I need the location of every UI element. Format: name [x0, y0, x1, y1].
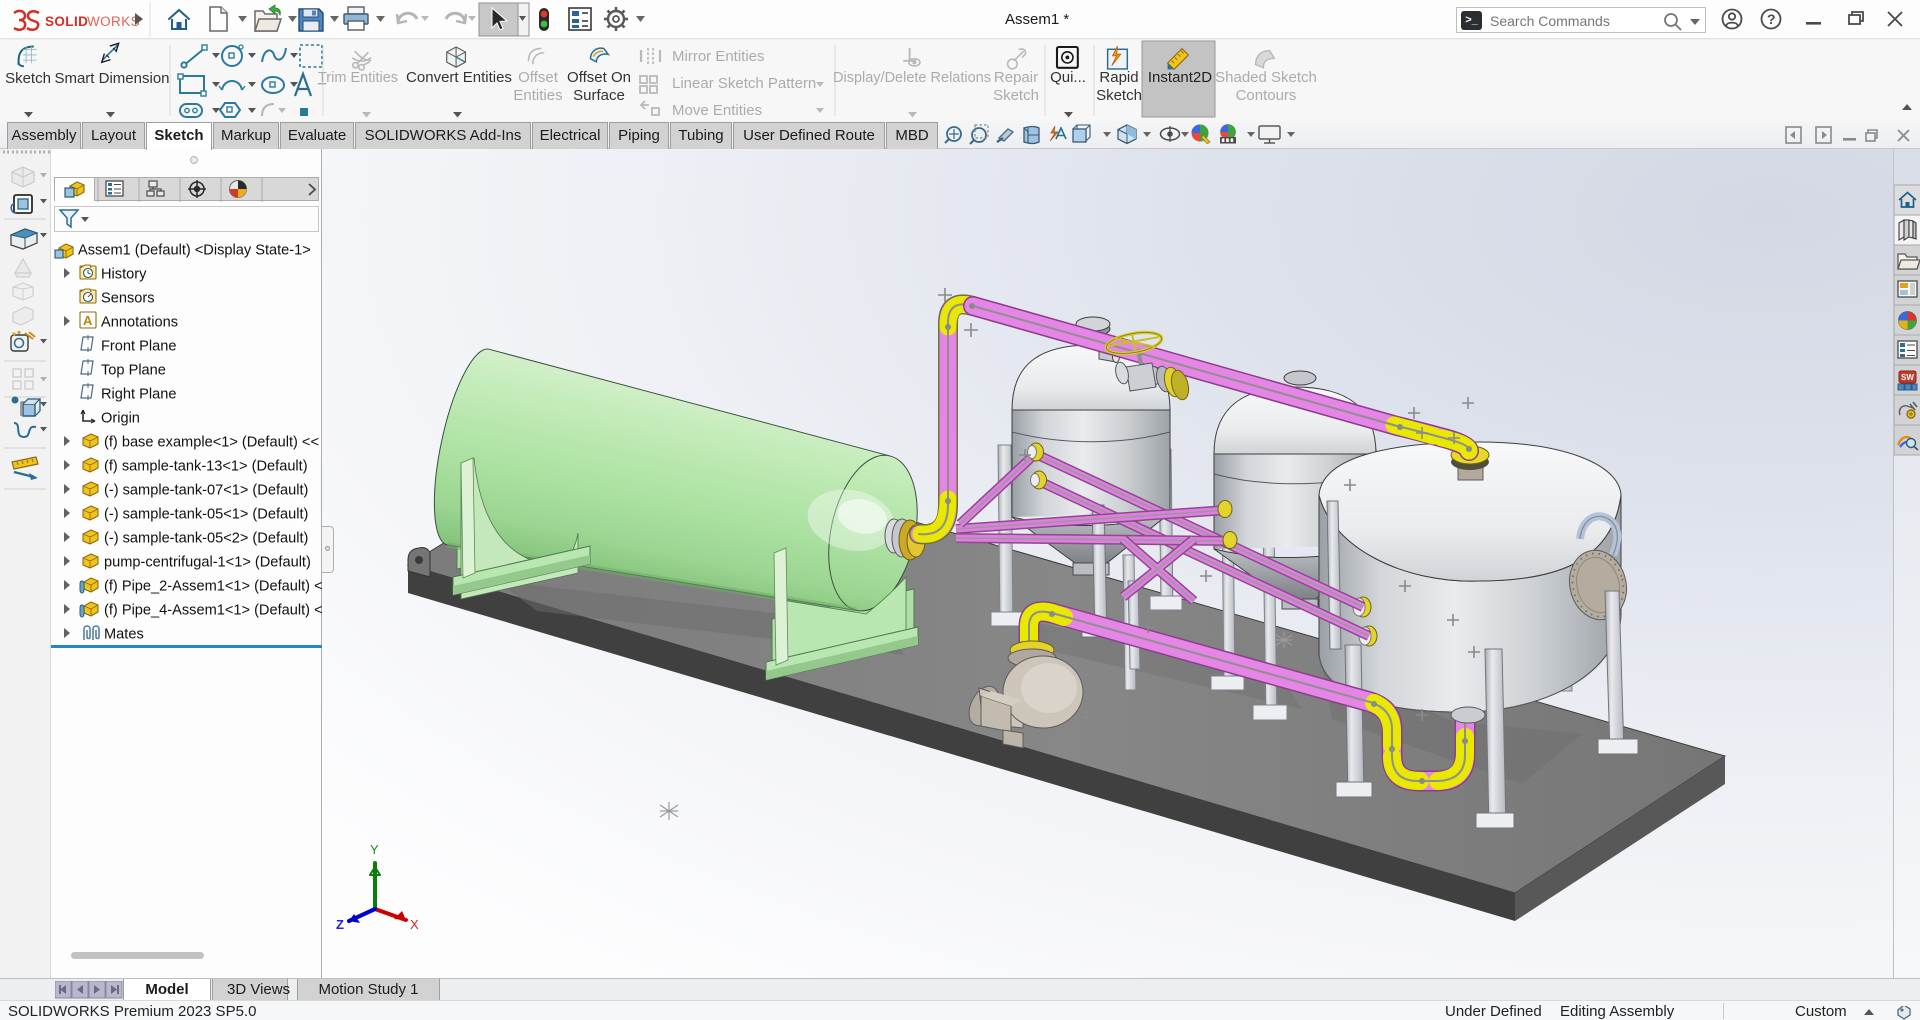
svg-text:Assem1 (Default) <Display Stat: Assem1 (Default) <Display State-1> [78, 243, 311, 259]
svg-text:Trim Entities: Trim Entities [318, 70, 398, 86]
svg-text:Sensors: Sensors [101, 291, 155, 307]
svg-text:Surface: Surface [573, 87, 625, 104]
svg-text:X: X [410, 917, 419, 932]
svg-text:Entities: Entities [513, 87, 562, 104]
svg-text:Origin: Origin [101, 411, 140, 427]
svg-text:Shaded Sketch: Shaded Sketch [1215, 69, 1317, 86]
svg-text:Sketch: Sketch [1096, 87, 1142, 104]
svg-text:SW: SW [1901, 373, 1914, 382]
svg-text:(f) base example<1> (Default): (f) base example<1> (Default) << [104, 435, 319, 451]
svg-text:Right Plane: Right Plane [101, 387, 176, 403]
svg-text:Top Plane: Top Plane [101, 363, 166, 379]
svg-text:Display/Delete Relations: Display/Delete Relations [833, 70, 991, 86]
svg-text:Repair: Repair [994, 69, 1038, 86]
svg-text:Smart Dimension: Smart Dimension [54, 70, 169, 87]
svg-text:(-) sample-tank-07<1> (Default: (-) sample-tank-07<1> (Default) [104, 483, 308, 499]
svg-text:(-) sample-tank-05<2> (Default: (-) sample-tank-05<2> (Default) [104, 531, 308, 547]
svg-text:pump-centrifugal-1<1> (Default: pump-centrifugal-1<1> (Default) [104, 555, 311, 571]
svg-text:(f) Pipe_4-Assem1<1> (Default): (f) Pipe_4-Assem1<1> (Default) < [104, 603, 322, 619]
svg-text:(f) sample-tank-13<1> (Default: (f) sample-tank-13<1> (Default) [104, 459, 308, 475]
svg-text:Mates: Mates [104, 627, 144, 643]
svg-text:Offset: Offset [518, 69, 559, 86]
svg-text:(f) Pipe_2-Assem1<1> (Default): (f) Pipe_2-Assem1<1> (Default) < [104, 579, 322, 595]
svg-text:Instant2D: Instant2D [1148, 69, 1212, 86]
svg-text:SOLID: SOLID [45, 14, 88, 29]
svg-text:Mirror Entities: Mirror Entities [672, 48, 765, 65]
svg-text:Annotations: Annotations [101, 315, 178, 331]
svg-text:Rapid: Rapid [1099, 69, 1138, 86]
svg-text:Move Entities: Move Entities [672, 102, 762, 119]
svg-text:Y: Y [370, 842, 379, 857]
svg-text:Sketch: Sketch [5, 70, 51, 87]
svg-text:Convert Entities: Convert Entities [406, 69, 512, 86]
svg-text:Sketch: Sketch [993, 87, 1039, 104]
svg-text:(-) sample-tank-05<1> (Default: (-) sample-tank-05<1> (Default) [104, 507, 308, 523]
svg-text:Z: Z [336, 917, 344, 932]
svg-text:Front Plane: Front Plane [101, 339, 176, 355]
svg-text:Offset On: Offset On [567, 69, 631, 86]
svg-text:Contours: Contours [1236, 87, 1297, 104]
svg-text:History: History [101, 267, 147, 283]
svg-text:Qui...: Qui... [1050, 69, 1086, 86]
svg-text:WORKS: WORKS [87, 14, 140, 29]
svg-text:Linear Sketch Pattern: Linear Sketch Pattern [672, 75, 816, 92]
svg-text:A: A [83, 313, 93, 328]
svg-text:?: ? [1767, 11, 1776, 27]
